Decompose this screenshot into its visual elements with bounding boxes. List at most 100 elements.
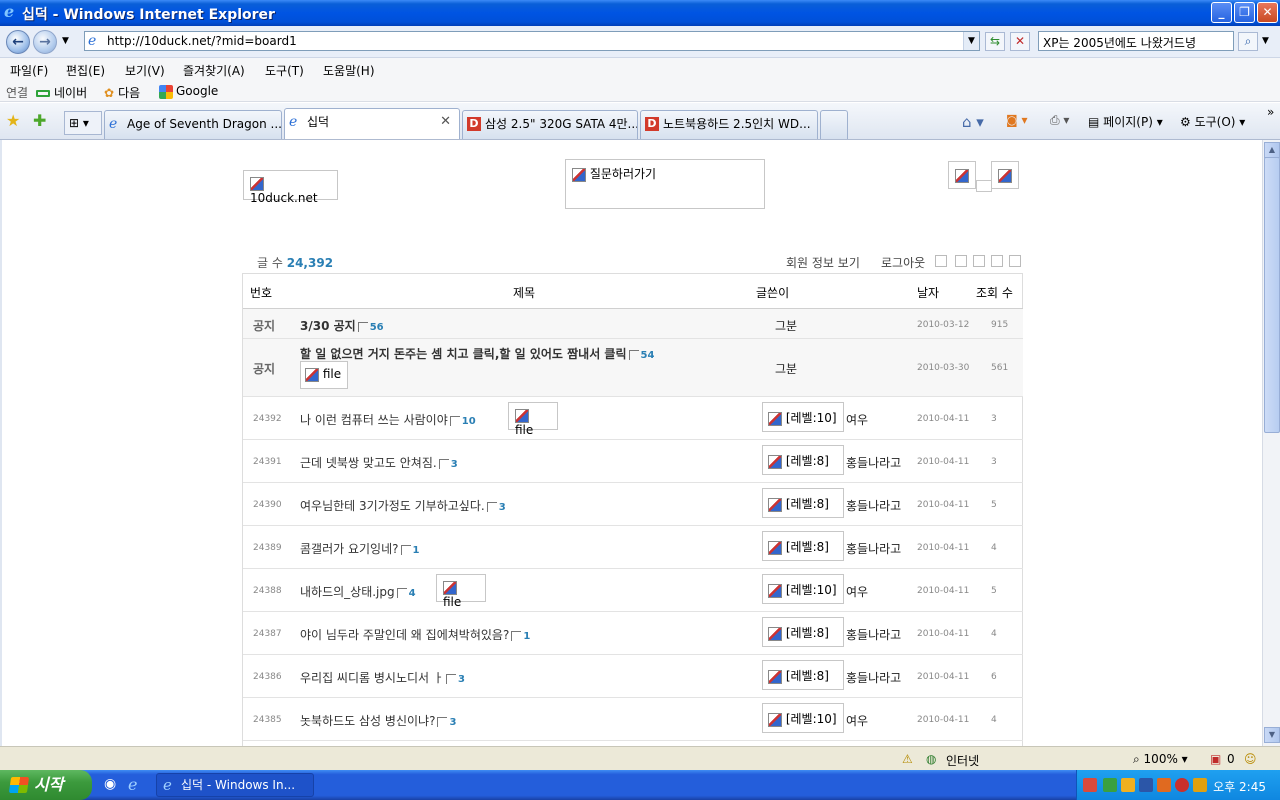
tab-age-of-seventh-dragon[interactable]: e Age of Seventh Dragon ... — [104, 110, 282, 139]
header-image-1[interactable] — [948, 161, 976, 189]
header-checkbox-2[interactable] — [955, 255, 967, 267]
maximize-button[interactable]: ❐ — [1234, 2, 1255, 23]
table-row[interactable]: 24390 여우님한테 3기가정도 기부하고싶다. 3 [레벨:8] 홍들나라고 201… — [243, 483, 1023, 526]
file-attachment[interactable]: file — [436, 574, 486, 609]
post-title[interactable]: 나 이런 컴퓨터 쓰는 사람이야 10 — [300, 411, 476, 428]
link-google[interactable]: Google — [159, 84, 218, 99]
feeds-icon[interactable]: ◙ ▾ — [1006, 113, 1027, 127]
d-icon: D — [645, 117, 659, 131]
new-tab-button[interactable] — [820, 110, 848, 139]
search-input[interactable]: XP는 2005년에도 나왔거드녕 — [1038, 31, 1234, 51]
page-menu[interactable]: ▤ 페이지(P) ▾ — [1088, 113, 1163, 130]
start-button[interactable]: 시작 — [0, 770, 92, 800]
board-header: 번호 제목 글쓴이 날자 조회 수 — [243, 274, 1023, 309]
popup-blocker-icon[interactable]: ▣ — [1210, 752, 1221, 766]
emoticon-icon[interactable]: ☺ — [1244, 752, 1257, 766]
tab-sipduck[interactable]: e 십덕 ✕ — [284, 108, 460, 139]
toolbar-chevron-icon[interactable]: » — [1267, 105, 1274, 119]
forward-button[interactable]: → — [33, 30, 57, 54]
menu-file[interactable]: 파일(F) — [10, 62, 48, 79]
search-options-icon[interactable]: ▼ — [1262, 36, 1269, 46]
post-title[interactable]: 콤갤러가 요기잉네? 1 — [300, 540, 419, 557]
post-author[interactable]: 홍들나라고 — [846, 454, 901, 471]
link-daum[interactable]: ✿ 다음 — [104, 84, 140, 101]
menu-tools[interactable]: 도구(T) — [265, 62, 304, 79]
table-row[interactable]: 24386 우리집 씨디롬 병시노디서 ㅏ3 [레벨:8] 홍들나라고 2010-04… — [243, 655, 1023, 698]
ask-question-link[interactable]: 질문하러가기 — [565, 159, 765, 209]
table-row[interactable]: 24389 콤갤러가 요기잉네? 1 [레벨:8] 홍들나라고 2010-04-11 4 — [243, 526, 1023, 569]
site-logo[interactable]: 10duck.net — [243, 170, 338, 205]
menu-favorites[interactable]: 즐겨찾기(A) — [183, 62, 245, 79]
tray-icon-1[interactable] — [1083, 778, 1097, 792]
tray-icon-4[interactable] — [1139, 778, 1153, 792]
notice-row[interactable]: 공지 할 일 없으면 거지 돈주는 셈 치고 클릭,할 일 있어도 짬내서 클릭… — [243, 339, 1023, 397]
header-checkbox-4[interactable] — [991, 255, 1003, 267]
vertical-scrollbar[interactable]: ▲ ▼ — [1262, 140, 1280, 746]
close-tab-icon[interactable]: ✕ — [440, 109, 451, 135]
logout-link[interactable]: 로그아웃 — [881, 254, 925, 271]
post-author[interactable]: 여우 — [846, 583, 868, 600]
tray-icon-6[interactable] — [1175, 778, 1189, 792]
scroll-thumb[interactable] — [1264, 157, 1280, 433]
quick-tabs-button[interactable]: ⊞ ▾ — [64, 111, 102, 135]
header-checkbox-5[interactable] — [1009, 255, 1021, 267]
home-icon[interactable]: ⌂ ▾ — [962, 113, 984, 131]
post-author[interactable]: 여우 — [846, 411, 868, 428]
menu-help[interactable]: 도움말(H) — [323, 62, 375, 79]
taskbar-window-ie[interactable]: e 십덕 - Windows In... — [156, 773, 314, 797]
link-naver[interactable]: 네이버 — [36, 84, 87, 101]
post-author[interactable]: 홍들나라고 — [846, 540, 901, 557]
tray-icon-3[interactable] — [1121, 778, 1135, 792]
header-checkbox-3[interactable] — [973, 255, 985, 267]
member-info-link[interactable]: 회원 정보 보기 — [786, 254, 860, 271]
add-favorite-icon[interactable]: ✚ — [33, 111, 46, 130]
quicklaunch-ie-icon[interactable]: e — [128, 775, 137, 794]
post-title[interactable]: 야이 님두라 주말인데 왜 집에쳐박혀있음? 1 — [300, 626, 530, 643]
stop-button[interactable]: ✕ — [1010, 32, 1030, 51]
scroll-down-icon[interactable]: ▼ — [1264, 727, 1280, 743]
post-title[interactable]: 3/30 공지 56 — [300, 317, 384, 334]
refresh-button[interactable]: ⇆ — [985, 32, 1005, 51]
menu-view[interactable]: 보기(V) — [125, 62, 165, 79]
table-row[interactable]: 24392 나 이런 컴퓨터 쓰는 사람이야 10 file [레벨:10] 여우 20… — [243, 397, 1023, 440]
post-title[interactable]: 할 일 없으면 거지 돈주는 셈 치고 클릭,할 일 있어도 짬내서 클릭 54 — [300, 345, 654, 362]
table-row[interactable]: 24385 놋북하드도 삼성 병신이냐? 3 [레벨:10] 여우 2010-04-11… — [243, 698, 1023, 741]
url-dropdown-icon[interactable]: ▼ — [963, 32, 979, 50]
post-title[interactable]: 놋북하드도 삼성 병신이냐? 3 — [300, 712, 456, 729]
post-title[interactable]: 여우님한테 3기가정도 기부하고싶다. 3 — [300, 497, 506, 514]
post-author[interactable]: 여우 — [846, 712, 868, 729]
tab-samsung-hdd[interactable]: D 삼성 2.5" 320G SATA 4만... — [462, 110, 638, 139]
history-dropdown-icon[interactable]: ▼ — [62, 36, 69, 46]
url-field[interactable]: e http://10duck.net/?mid=board1 ▼ — [84, 31, 980, 51]
search-icon[interactable]: ⌕ — [1238, 32, 1258, 51]
favorites-star-icon[interactable]: ★ — [6, 111, 20, 130]
tray-icon-5[interactable] — [1157, 778, 1171, 792]
tools-menu[interactable]: ⚙ 도구(O) ▾ — [1180, 113, 1245, 130]
scroll-up-icon[interactable]: ▲ — [1264, 142, 1280, 158]
post-title[interactable]: 근데 넷북쌍 맞고도 안쳐짐. 3 — [300, 454, 458, 471]
table-row[interactable]: 24387 야이 님두라 주말인데 왜 집에쳐박혀있음? 1 [레벨:8] 홍들나라고… — [243, 612, 1023, 655]
tray-icon-7[interactable] — [1193, 778, 1207, 792]
minimize-button[interactable]: _ — [1211, 2, 1232, 23]
broken-image-icon — [443, 580, 457, 595]
file-attachment[interactable]: file — [300, 361, 348, 389]
notice-row[interactable]: 공지 3/30 공지 56 그분 2010-03-12 915 — [243, 309, 1023, 339]
file-attachment[interactable]: file — [508, 402, 558, 437]
post-title[interactable]: 내하드의_상태.jpg 4 — [300, 583, 416, 600]
header-image-3[interactable] — [991, 161, 1019, 189]
quicklaunch-media-icon[interactable]: ◉ — [104, 776, 116, 792]
header-checkbox-1[interactable] — [935, 255, 947, 267]
post-author[interactable]: 홍들나라고 — [846, 626, 901, 643]
post-author[interactable]: 홍들나라고 — [846, 497, 901, 514]
tray-icon-2[interactable] — [1103, 778, 1117, 792]
menu-edit[interactable]: 편집(E) — [66, 62, 105, 79]
post-title[interactable]: 우리집 씨디롬 병시노디서 ㅏ3 — [300, 669, 465, 686]
close-window-button[interactable]: ✕ — [1257, 2, 1278, 23]
print-icon[interactable]: ⎙ ▾ — [1050, 113, 1069, 128]
tab-notebook-hdd[interactable]: D 노트북용하드 2.5인치 WD... — [640, 110, 818, 139]
table-row[interactable]: 24391 근데 넷북쌍 맞고도 안쳐짐. 3 [레벨:8] 홍들나라고 2010-04… — [243, 440, 1023, 483]
table-row[interactable]: 24388 내하드의_상태.jpg 4 file [레벨:10] 여우 2010-04-… — [243, 569, 1023, 612]
post-author[interactable]: 홍들나라고 — [846, 669, 901, 686]
back-button[interactable]: ← — [6, 30, 30, 54]
zoom-level[interactable]: ⌕ 100% ▾ — [1133, 752, 1188, 767]
